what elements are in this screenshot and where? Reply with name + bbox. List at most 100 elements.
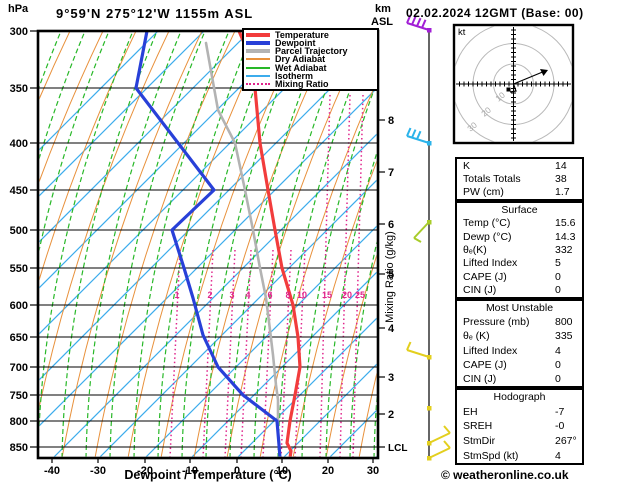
panel-row-label: StmSpd (kt) (463, 449, 519, 462)
pressure-axis-unit: hPa (8, 3, 29, 15)
wet-adiabat-line (181, 32, 278, 457)
legend-swatch-thick (246, 49, 270, 54)
wet-adiabat-line (349, 241, 377, 457)
isotherm-line (53, 133, 377, 457)
wind-barb-shaft (428, 432, 451, 444)
wind-barb-tick (406, 127, 412, 137)
panel-row: Pressure (mb) 800 (457, 316, 582, 328)
panel-row-value: 5 (555, 257, 561, 270)
panel-box-surface: Surface Temp (°C) 15.6 Dewp (°C) 14.3 θₑ(K) 33… (455, 201, 584, 299)
panel-row-value: 4 (555, 344, 561, 357)
panel-row-value: 0 (555, 270, 561, 283)
panel-row-label: Lifted Index (463, 257, 518, 270)
pressure-tick-label: 850 (10, 442, 28, 454)
panel-row-label: θₑ (K) (463, 330, 490, 343)
hodograph-inset: 102030 (452, 23, 575, 145)
legend-swatch-thin (246, 66, 270, 69)
panel-row-value: 0 (555, 358, 561, 371)
panel-row: θₑ(K) 332 (457, 244, 582, 256)
panel-section-header: Hodograph (493, 391, 546, 404)
panel-row-label: Dewp (°C) (463, 230, 512, 243)
km-tick-label: 8 (388, 115, 394, 127)
page-title: 9°59'N 275°12'W 1155m ASL (56, 6, 254, 21)
wind-level-dot (427, 406, 432, 411)
wind-barb (406, 127, 430, 144)
km-tick-label: 2 (388, 409, 394, 421)
panel-row-label: CAPE (J) (463, 358, 507, 371)
wind-barb-tick (406, 341, 412, 351)
km-tick-label: 7 (388, 167, 394, 179)
panel-row-value: 38 (555, 172, 567, 185)
panel-row-value: -0 (555, 420, 565, 433)
legend-label: Mixing Ratio (275, 78, 329, 89)
mixing-ratio-value-label: 15 (322, 290, 332, 300)
panel-row: θₑ (K) 335 (457, 330, 582, 342)
wind-level-dot (427, 28, 432, 33)
wind-barb-shaft (428, 447, 451, 459)
dry-adiabat-line (0, 31, 4, 458)
pressure-tick-label: 350 (10, 83, 28, 95)
panel-row-value: 14.3 (555, 230, 576, 243)
panel-row: StmSpd (kt) 4 (457, 450, 582, 462)
panel-row-value: -7 (555, 405, 565, 418)
panel-row-label: CIN (J) (463, 372, 497, 385)
wind-level-dot (427, 355, 432, 360)
mixing-ratio-value-label: 8 (285, 290, 290, 300)
pressure-tick-label: 450 (10, 185, 28, 197)
mixing-ratio-value-label: 20 (342, 290, 352, 300)
panel-row: CAPE (J) 0 (457, 271, 582, 283)
panel-row-value: 332 (555, 243, 573, 256)
wind-barb-tick (443, 440, 451, 449)
wind-barb (413, 221, 430, 243)
wet-adiabat-line (109, 32, 206, 457)
panel-row-label: CIN (J) (463, 284, 497, 297)
mixing-ratio-line (319, 94, 331, 457)
panel-row: Totals Totals 38 (457, 173, 582, 185)
wind-level-dot (427, 441, 432, 446)
pressure-tick-label: 700 (10, 362, 28, 374)
isotherm-line (39, 32, 342, 335)
wind-level-dot (427, 141, 432, 146)
pressure-tick-label: 600 (10, 300, 28, 312)
panel-row-value: 0 (555, 372, 561, 385)
legend-swatch-thick (246, 41, 270, 46)
legend-swatch-thin (246, 74, 270, 77)
altitude-axis-unit-asl: ASL (371, 16, 393, 28)
pressure-tick-label: 650 (10, 332, 28, 344)
isotherm-line (39, 87, 377, 427)
wind-barb (428, 425, 451, 444)
wind-barb-tick (416, 130, 422, 140)
sounding-profiles (134, 32, 302, 457)
altitude-axis-unit-km: km (375, 3, 391, 15)
panel-row: EH -7 (457, 406, 582, 418)
wet-adiabat-line (39, 32, 134, 432)
panel-row: CIN (J) 0 (457, 284, 582, 296)
dewpoint-curve (134, 32, 282, 457)
panel-row-label: θₑ(K) (463, 243, 487, 256)
legend: Temperature Dewpoint Parcel Trajectory Dry … (242, 28, 379, 91)
pressure-tick-label: 750 (10, 390, 28, 402)
wind-barb-tick (421, 19, 427, 29)
panel-row: K 14 (457, 160, 582, 172)
mixing-ratio-value-label: 1 (174, 290, 179, 300)
wind-barb-tick (443, 425, 451, 434)
panel-row-value: 1.7 (555, 186, 570, 199)
wind-barb (428, 440, 451, 459)
panel-row: Dewp (°C) 14.3 (457, 231, 582, 243)
panel-row-value: 15.6 (555, 217, 576, 230)
km-tick-label: LCL (388, 443, 407, 454)
pressure-tick-label: 550 (10, 263, 28, 275)
hodograph-unit-label: kt (458, 27, 466, 38)
panel-section-header: Most Unstable (485, 302, 554, 315)
panel-row-value: 0 (555, 284, 561, 297)
wind-barb-shaft (406, 349, 430, 358)
panel-row: StmDir 267° (457, 435, 582, 447)
panel-box-most-unstable: Most Unstable Pressure (mb) 800 θₑ (K) 335 Li… (455, 299, 584, 388)
panel-row: CIN (J) 0 (457, 373, 582, 385)
wind-level-dot (427, 456, 432, 461)
pressure-tick-label: 400 (10, 138, 28, 150)
panel-row: PW (cm) 1.7 (457, 186, 582, 198)
legend-swatch-thin (246, 58, 270, 61)
panel-box-hodograph: Hodograph EH -7 SREH -0 StmDir 267° StmSpd (kt)… (455, 388, 584, 465)
panel-section-header: Surface (501, 203, 538, 216)
